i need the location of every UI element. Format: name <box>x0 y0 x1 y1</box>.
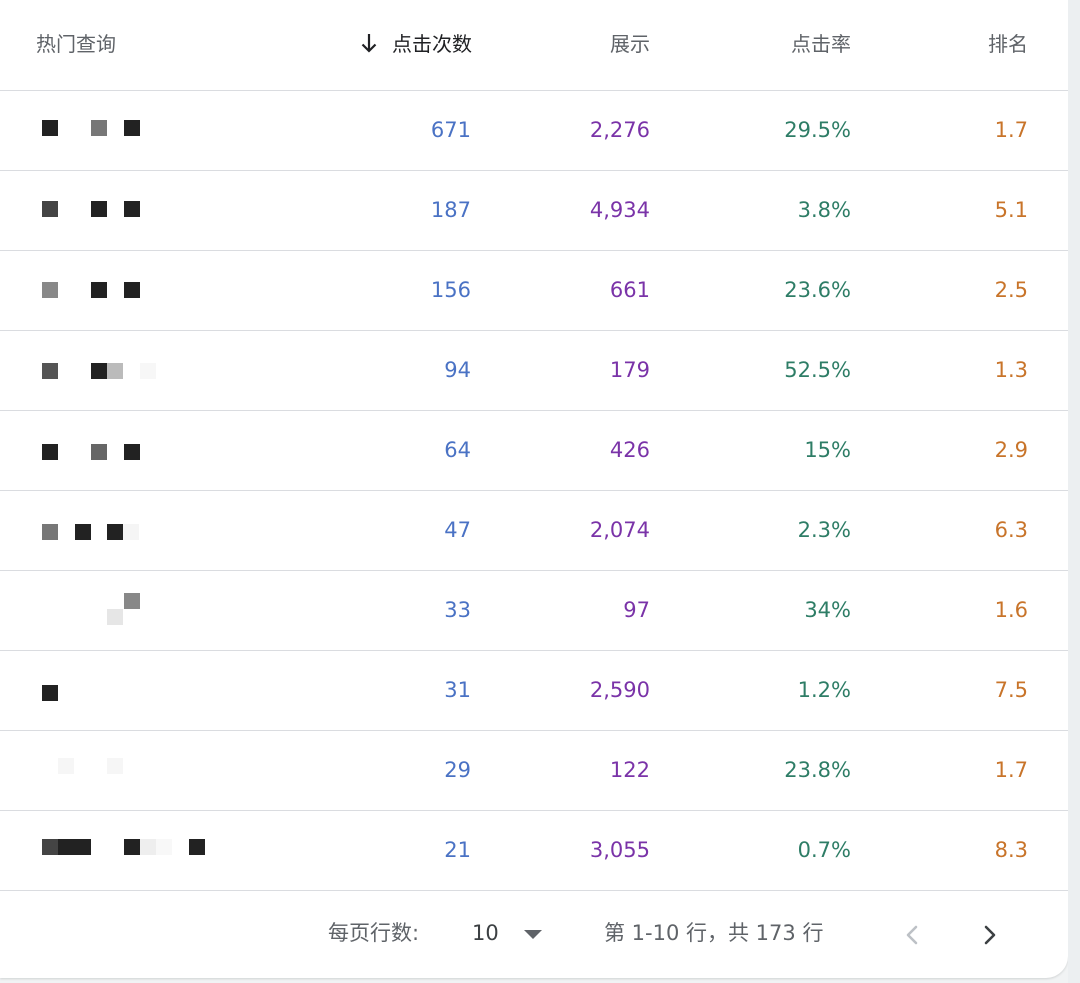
position-value: 5.1 <box>994 198 1028 222</box>
query-cell-redacted <box>0 251 260 330</box>
ctr-value: 23.8% <box>784 758 851 782</box>
table-body: 671 2,276 29.5% 1.7 187 4,934 3.8% 5.1 1… <box>0 91 1068 891</box>
clicks-value: 31 <box>444 678 471 702</box>
table-row[interactable]: 21 3,055 0.7% 8.3 <box>0 811 1068 891</box>
rows-per-page-select[interactable]: 10 <box>472 891 499 978</box>
pagination-range-text: 第 1-10 行，共 173 行 <box>604 921 824 945</box>
table-row[interactable]: 156 661 23.6% 2.5 <box>0 251 1068 331</box>
position-value: 1.3 <box>994 358 1028 382</box>
clicks-value: 156 <box>430 278 471 302</box>
pagination-bar: 每页行数: 10 第 1-10 行，共 173 行 <box>0 891 1068 978</box>
clicks-value: 671 <box>430 118 471 142</box>
table-row[interactable]: 33 97 34% 1.6 <box>0 571 1068 651</box>
impressions-value: 97 <box>623 598 650 622</box>
impressions-value: 2,276 <box>589 118 650 142</box>
clicks-value: 47 <box>444 518 471 542</box>
query-cell-redacted <box>0 91 260 170</box>
impressions-value: 661 <box>609 278 650 302</box>
position-value: 6.3 <box>994 518 1028 542</box>
ctr-value: 34% <box>804 598 851 622</box>
query-cell-redacted <box>0 811 260 890</box>
impressions-value: 2,074 <box>589 518 650 542</box>
query-cell-redacted <box>0 731 260 810</box>
position-value: 2.5 <box>994 278 1028 302</box>
clicks-value: 64 <box>444 438 471 462</box>
query-cell-redacted <box>0 411 260 490</box>
position-value: 1.6 <box>994 598 1028 622</box>
table-row[interactable]: 187 4,934 3.8% 5.1 <box>0 171 1068 251</box>
query-cell-redacted <box>0 491 260 570</box>
table-row[interactable]: 47 2,074 2.3% 6.3 <box>0 491 1068 571</box>
clicks-value: 29 <box>444 758 471 782</box>
position-value: 2.9 <box>994 438 1028 462</box>
table-row[interactable]: 64 426 15% 2.9 <box>0 411 1068 491</box>
table-row[interactable]: 31 2,590 1.2% 7.5 <box>0 651 1068 731</box>
table-row[interactable]: 94 179 52.5% 1.3 <box>0 331 1068 411</box>
column-header-clicks-label: 点击次数 <box>392 32 472 56</box>
rows-per-page-label: 每页行数: <box>328 921 420 945</box>
column-header-impressions[interactable]: 展示 <box>610 0 650 90</box>
table-row[interactable]: 671 2,276 29.5% 1.7 <box>0 91 1068 171</box>
ctr-value: 29.5% <box>784 118 851 142</box>
dropdown-arrow-icon[interactable] <box>524 930 542 939</box>
ctr-value: 3.8% <box>797 198 851 222</box>
position-value: 1.7 <box>994 758 1028 782</box>
impressions-value: 122 <box>609 758 650 782</box>
impressions-value: 4,934 <box>589 198 650 222</box>
impressions-value: 426 <box>609 438 650 462</box>
impressions-value: 179 <box>609 358 650 382</box>
ctr-value: 23.6% <box>784 278 851 302</box>
clicks-value: 21 <box>444 838 471 862</box>
ctr-value: 15% <box>804 438 851 462</box>
queries-table-card: 热门查询 点击次数 展示 点击率 排名 671 2,276 29.5% 1.7 <box>0 0 1068 978</box>
chevron-right-icon[interactable] <box>970 915 1010 955</box>
impressions-value: 2,590 <box>589 678 650 702</box>
clicks-value: 33 <box>444 598 471 622</box>
query-cell-redacted <box>0 171 260 250</box>
query-cell-redacted <box>0 651 260 730</box>
table-header: 热门查询 点击次数 展示 点击率 排名 <box>0 0 1068 91</box>
clicks-value: 94 <box>444 358 471 382</box>
ctr-value: 52.5% <box>784 358 851 382</box>
chevron-left-icon[interactable] <box>892 915 932 955</box>
position-value: 7.5 <box>994 678 1028 702</box>
position-value: 1.7 <box>994 118 1028 142</box>
column-header-query[interactable]: 热门查询 <box>36 0 116 90</box>
impressions-value: 3,055 <box>589 838 650 862</box>
ctr-value: 1.2% <box>797 678 851 702</box>
clicks-value: 187 <box>430 198 471 222</box>
column-header-ctr[interactable]: 点击率 <box>791 0 851 90</box>
position-value: 8.3 <box>994 838 1028 862</box>
column-header-clicks[interactable]: 点击次数 <box>360 0 472 90</box>
scrollbar-track[interactable] <box>1068 0 1080 983</box>
ctr-value: 2.3% <box>797 518 851 542</box>
ctr-value: 0.7% <box>797 838 851 862</box>
arrow-down-icon <box>361 33 377 53</box>
query-cell-redacted <box>0 331 260 410</box>
table-row[interactable]: 29 122 23.8% 1.7 <box>0 731 1068 811</box>
column-header-position[interactable]: 排名 <box>988 0 1028 90</box>
query-cell-redacted <box>0 571 260 650</box>
